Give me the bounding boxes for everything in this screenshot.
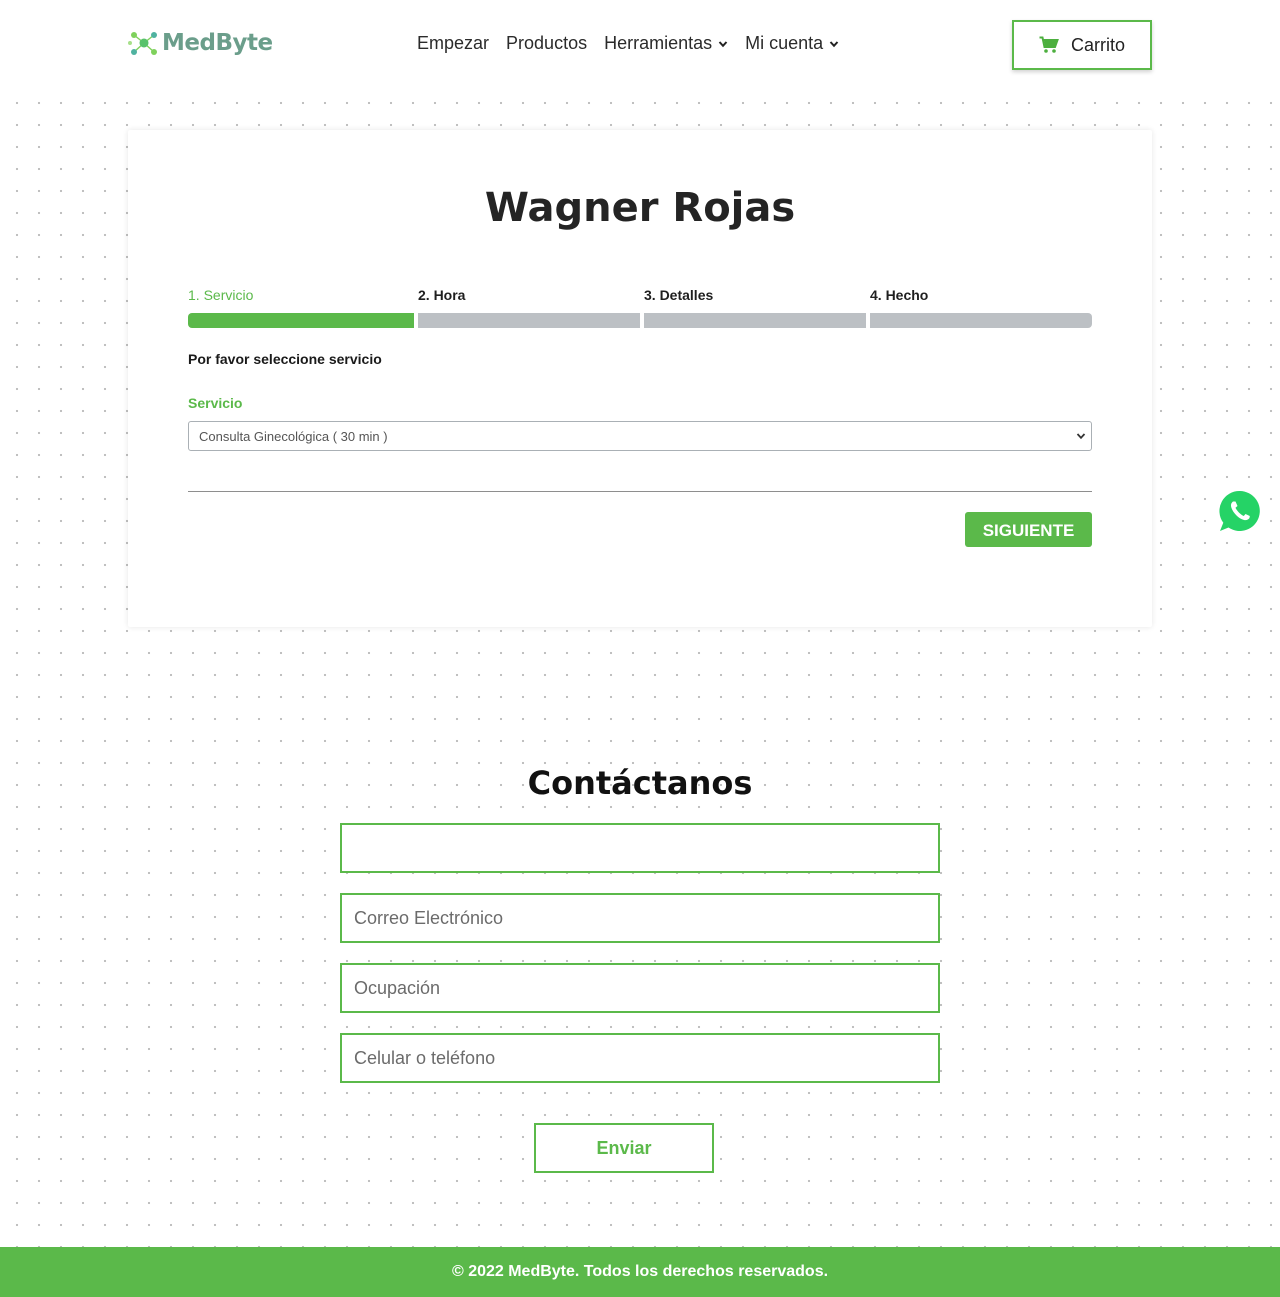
email-field[interactable] — [340, 893, 940, 943]
name-field[interactable] — [340, 823, 940, 873]
logo-text: MedByte — [162, 30, 273, 56]
chevron-down-icon — [829, 40, 839, 47]
form-divider — [188, 491, 1092, 492]
main-nav: Empezar Productos Herramientas Mi cuenta — [417, 33, 839, 54]
send-button[interactable]: Enviar — [534, 1123, 714, 1173]
step-label-servicio: 1. Servicio — [188, 287, 254, 303]
next-button[interactable]: SIGUIENTE — [965, 512, 1092, 547]
whatsapp-button[interactable] — [1218, 489, 1262, 533]
phone-field[interactable] — [340, 1033, 940, 1083]
step-progress-hora — [418, 313, 640, 328]
site-header: MedByte Empezar Productos Herramientas M… — [0, 0, 1280, 90]
nav-item-label: Productos — [506, 33, 588, 53]
brand-logo[interactable]: MedByte — [128, 27, 273, 59]
service-select-value: Consulta Ginecológica ( 30 min ) — [199, 428, 388, 444]
nav-item-label: Herramientas — [604, 33, 713, 53]
step-label-hecho: 4. Hecho — [870, 287, 929, 303]
chevron-down-icon — [718, 40, 728, 47]
nav-item-mi-cuenta[interactable]: Mi cuenta — [745, 33, 839, 54]
whatsapp-icon — [1219, 490, 1260, 531]
chevron-down-icon — [1076, 433, 1086, 440]
step-label-hora: 2. Hora — [418, 287, 466, 303]
nav-item-label: Mi cuenta — [745, 33, 824, 53]
step-progress-hecho — [870, 313, 1092, 328]
nav-item-herramientas[interactable]: Herramientas — [604, 33, 728, 54]
cart-button[interactable]: Carrito — [1012, 20, 1152, 70]
cart-label: Carrito — [1070, 34, 1125, 55]
service-field-label: Servicio — [188, 395, 243, 411]
service-select[interactable]: Consulta Ginecológica ( 30 min ) — [188, 421, 1092, 451]
instruction-text: Por favor seleccione servicio — [188, 351, 382, 367]
footer-copyright: © 2022 MedByte. Todos los derechos reser… — [451, 1263, 829, 1280]
step-progress-servicio — [188, 313, 414, 328]
contact-title: Contáctanos — [527, 764, 753, 802]
nav-item-empezar[interactable]: Empezar — [417, 33, 489, 54]
step-label-detalles: 3. Detalles — [644, 287, 714, 303]
site-footer: © 2022 MedByte. Todos los derechos reser… — [0, 1247, 1280, 1297]
nav-item-productos[interactable]: Productos — [506, 33, 587, 54]
step-progress-detalles — [644, 313, 866, 328]
nav-item-label: Empezar — [417, 33, 490, 53]
molecule-logo-icon — [128, 32, 157, 55]
occupation-field[interactable] — [340, 963, 940, 1013]
cart-icon — [1039, 36, 1059, 53]
provider-name: Wagner Rojas — [484, 185, 796, 231]
